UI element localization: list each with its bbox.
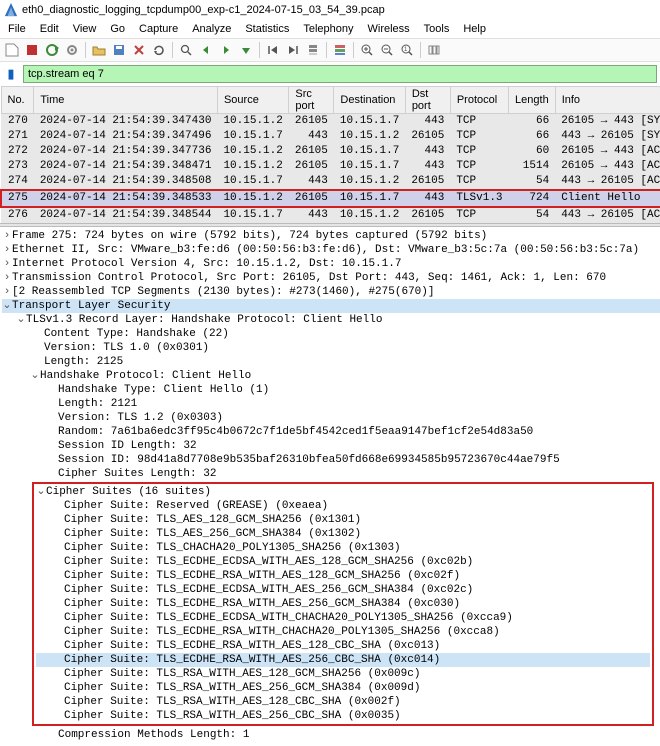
tcp-line[interactable]: ›Transmission Control Protocol, Src Port… bbox=[2, 271, 660, 285]
column-header[interactable]: Time bbox=[34, 87, 218, 114]
session-id-line[interactable]: Session ID: 98d41a8d7708e9b535baf26310bf… bbox=[2, 453, 660, 467]
first-packet-icon[interactable] bbox=[264, 41, 282, 59]
cipher-suite-line[interactable]: Cipher Suite: TLS_ECDHE_RSA_WITH_AES_128… bbox=[36, 569, 650, 583]
menu-edit[interactable]: Edit bbox=[34, 22, 65, 36]
packet-row[interactable]: 2712024-07-14 21:54:39.34749610.15.1.744… bbox=[1, 129, 660, 144]
cipher-suite-line[interactable]: Cipher Suite: TLS_RSA_WITH_AES_256_GCM_S… bbox=[36, 681, 650, 695]
column-header[interactable]: No. bbox=[1, 87, 34, 114]
display-filter-input[interactable] bbox=[23, 65, 657, 83]
window-title: eth0_diagnostic_logging_tcpdump00_exp-c1… bbox=[22, 4, 385, 16]
packet-row[interactable]: 2732024-07-14 21:54:39.34847110.15.1.226… bbox=[1, 159, 660, 174]
tls-line[interactable]: ⌄Transport Layer Security bbox=[2, 299, 660, 313]
eth-line[interactable]: ›Ethernet II, Src: VMware_b3:fe:d6 (00:5… bbox=[2, 243, 660, 257]
menu-tools[interactable]: Tools bbox=[418, 22, 456, 36]
go-to-icon[interactable] bbox=[237, 41, 255, 59]
go-forward-icon[interactable] bbox=[217, 41, 235, 59]
main-toolbar: 1 bbox=[0, 38, 660, 62]
find-icon[interactable] bbox=[177, 41, 195, 59]
menu-file[interactable]: File bbox=[2, 22, 32, 36]
column-header[interactable]: Length bbox=[509, 87, 556, 114]
app-icon bbox=[4, 3, 18, 17]
resize-columns-icon[interactable] bbox=[425, 41, 443, 59]
open-icon[interactable] bbox=[90, 41, 108, 59]
menu-statistics[interactable]: Statistics bbox=[239, 22, 295, 36]
menu-view[interactable]: View bbox=[67, 22, 103, 36]
cipher-suite-line[interactable]: Cipher Suite: TLS_CHACHA20_POLY1305_SHA2… bbox=[36, 541, 650, 555]
cipher-suite-line[interactable]: Cipher Suite: TLS_ECDHE_ECDSA_WITH_CHACH… bbox=[36, 611, 650, 625]
auto-scroll-icon[interactable] bbox=[304, 41, 322, 59]
last-packet-icon[interactable] bbox=[284, 41, 302, 59]
go-back-icon[interactable] bbox=[197, 41, 215, 59]
start-capture-icon[interactable] bbox=[3, 41, 21, 59]
tls-record-line[interactable]: ⌄TLSv1.3 Record Layer: Handshake Protoco… bbox=[2, 313, 660, 327]
cipher-suite-line[interactable]: Cipher Suite: TLS_ECDHE_ECDSA_WITH_AES_1… bbox=[36, 555, 650, 569]
cipher-suites-header[interactable]: ⌄Cipher Suites (16 suites) bbox=[36, 485, 650, 499]
zoom-reset-icon[interactable]: 1 bbox=[398, 41, 416, 59]
cipher-suite-line[interactable]: Cipher Suite: Reserved (GREASE) (0xeaea) bbox=[36, 499, 650, 513]
menu-go[interactable]: Go bbox=[104, 22, 131, 36]
reassembled-line[interactable]: ›[2 Reassembled TCP Segments (2130 bytes… bbox=[2, 285, 660, 299]
packet-list-header: No.TimeSourceSrc portDestinationDst port… bbox=[1, 87, 660, 114]
handshake-length-line[interactable]: Length: 2121 bbox=[2, 397, 660, 411]
cipher-suite-line[interactable]: Cipher Suite: TLS_ECDHE_ECDSA_WITH_AES_2… bbox=[36, 583, 650, 597]
cipher-suite-line[interactable]: Cipher Suite: TLS_AES_128_GCM_SHA256 (0x… bbox=[36, 513, 650, 527]
menu-help[interactable]: Help bbox=[457, 22, 492, 36]
filter-bar: ▮ bbox=[0, 62, 660, 86]
cipher-suite-line[interactable]: Cipher Suite: TLS_ECDHE_RSA_WITH_AES_256… bbox=[36, 653, 650, 667]
ip-line[interactable]: ›Internet Protocol Version 4, Src: 10.15… bbox=[2, 257, 660, 271]
cipher-suite-line[interactable]: Cipher Suite: TLS_AES_256_GCM_SHA384 (0x… bbox=[36, 527, 650, 541]
menu-analyze[interactable]: Analyze bbox=[186, 22, 237, 36]
column-header[interactable]: Info bbox=[555, 87, 660, 114]
column-header[interactable]: Dst port bbox=[405, 87, 450, 114]
svg-text:1: 1 bbox=[404, 47, 408, 53]
zoom-in-icon[interactable] bbox=[358, 41, 376, 59]
packet-details[interactable]: ›Frame 275: 724 bytes on wire (5792 bits… bbox=[0, 227, 660, 746]
zoom-out-icon[interactable] bbox=[378, 41, 396, 59]
filter-bookmark-icon[interactable]: ▮ bbox=[3, 66, 19, 82]
title-bar: eth0_diagnostic_logging_tcpdump00_exp-c1… bbox=[0, 0, 660, 20]
menu-bar: FileEditViewGoCaptureAnalyzeStatisticsTe… bbox=[0, 20, 660, 38]
options-icon[interactable] bbox=[63, 41, 81, 59]
session-id-len-line[interactable]: Session ID Length: 32 bbox=[2, 439, 660, 453]
packet-row[interactable]: 2742024-07-14 21:54:39.34850810.15.1.744… bbox=[1, 174, 660, 190]
cipher-suites-highlight-box: ⌄Cipher Suites (16 suites) Cipher Suite:… bbox=[32, 482, 654, 726]
packet-row[interactable]: 2762024-07-14 21:54:39.34854410.15.1.744… bbox=[1, 207, 660, 223]
record-version-line[interactable]: Version: TLS 1.0 (0x0301) bbox=[2, 341, 660, 355]
reload-icon[interactable] bbox=[150, 41, 168, 59]
restart-capture-icon[interactable] bbox=[43, 41, 61, 59]
menu-telephony[interactable]: Telephony bbox=[297, 22, 359, 36]
handshake-version-line[interactable]: Version: TLS 1.2 (0x0303) bbox=[2, 411, 660, 425]
handshake-type-line[interactable]: Handshake Type: Client Hello (1) bbox=[2, 383, 660, 397]
stop-capture-icon[interactable] bbox=[23, 41, 41, 59]
compression-methods-len-line[interactable]: Compression Methods Length: 1 bbox=[2, 728, 660, 742]
cipher-suites-len-line[interactable]: Cipher Suites Length: 32 bbox=[2, 467, 660, 481]
frame-line[interactable]: ›Frame 275: 724 bytes on wire (5792 bits… bbox=[2, 229, 660, 243]
cipher-suite-line[interactable]: Cipher Suite: TLS_RSA_WITH_AES_128_CBC_S… bbox=[36, 695, 650, 709]
column-header[interactable]: Protocol bbox=[450, 87, 508, 114]
content-type-line[interactable]: Content Type: Handshake (22) bbox=[2, 327, 660, 341]
column-header[interactable]: Destination bbox=[334, 87, 405, 114]
menu-wireless[interactable]: Wireless bbox=[362, 22, 416, 36]
packet-row[interactable]: 2752024-07-14 21:54:39.34853310.15.1.226… bbox=[1, 190, 660, 207]
cipher-suite-line[interactable]: Cipher Suite: TLS_ECDHE_RSA_WITH_CHACHA2… bbox=[36, 625, 650, 639]
cipher-suite-line[interactable]: Cipher Suite: TLS_ECDHE_RSA_WITH_AES_128… bbox=[36, 639, 650, 653]
cipher-suite-line[interactable]: Cipher Suite: TLS_RSA_WITH_AES_128_GCM_S… bbox=[36, 667, 650, 681]
cipher-suite-line[interactable]: Cipher Suite: TLS_RSA_WITH_AES_256_CBC_S… bbox=[36, 709, 650, 723]
packet-row[interactable]: 2722024-07-14 21:54:39.34773610.15.1.226… bbox=[1, 144, 660, 159]
random-line[interactable]: Random: 7a61ba6edc3ff95c4b0672c7f1de5bf4… bbox=[2, 425, 660, 439]
column-header[interactable]: Src port bbox=[289, 87, 334, 114]
packet-row[interactable]: 2702024-07-14 21:54:39.34743010.15.1.226… bbox=[1, 114, 660, 130]
record-length-line[interactable]: Length: 2125 bbox=[2, 355, 660, 369]
menu-capture[interactable]: Capture bbox=[133, 22, 184, 36]
save-icon[interactable] bbox=[110, 41, 128, 59]
close-icon[interactable] bbox=[130, 41, 148, 59]
packet-list[interactable]: No.TimeSourceSrc portDestinationDst port… bbox=[0, 86, 660, 223]
handshake-proto-line[interactable]: ⌄Handshake Protocol: Client Hello bbox=[2, 369, 660, 383]
cipher-suite-line[interactable]: Cipher Suite: TLS_ECDHE_RSA_WITH_AES_256… bbox=[36, 597, 650, 611]
column-header[interactable]: Source bbox=[217, 87, 288, 114]
colorize-icon[interactable] bbox=[331, 41, 349, 59]
